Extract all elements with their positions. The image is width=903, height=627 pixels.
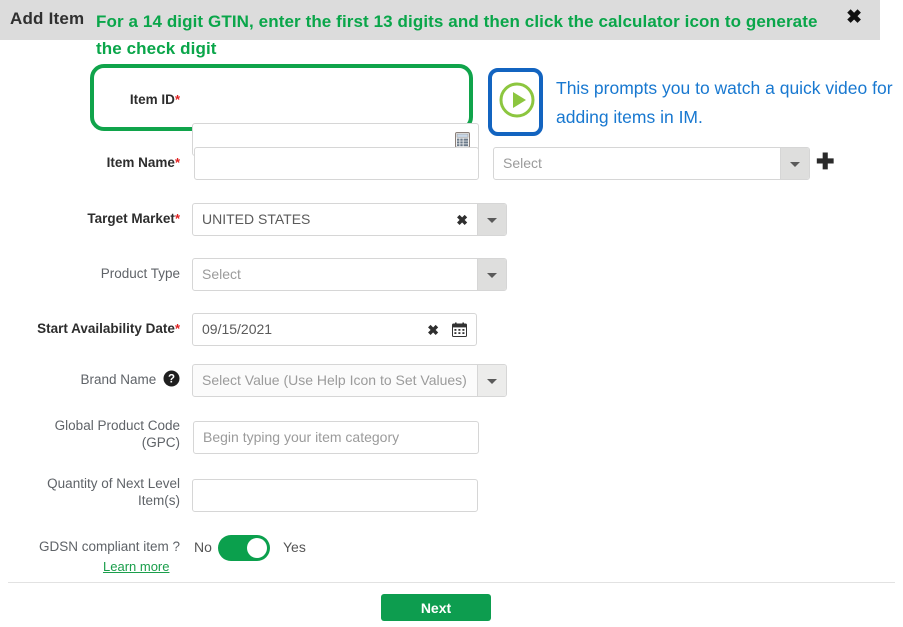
calendar-icon[interactable]: [452, 322, 467, 337]
toggle-on-label: Yes: [283, 539, 306, 555]
required-marker: *: [174, 211, 180, 226]
close-icon[interactable]: ✖: [846, 8, 862, 28]
plus-icon[interactable]: ✚: [816, 151, 834, 173]
label-item-id-text: Item ID: [129, 92, 175, 107]
label-quantity-line2: Item(s): [138, 493, 180, 508]
input-quantity-next-level[interactable]: [192, 479, 478, 512]
label-gpc: Global Product Code (GPC): [0, 417, 180, 451]
chevron-down-icon[interactable]: [477, 204, 506, 235]
row-item-name: Item Name* Select ✚: [0, 146, 903, 186]
label-item-name: Item Name*: [0, 154, 180, 171]
svg-text:?: ?: [168, 374, 175, 386]
next-button[interactable]: Next: [381, 594, 491, 621]
footer-divider: [8, 582, 895, 583]
target-market-value: UNITED STATES: [202, 211, 311, 227]
input-start-availability-date[interactable]: 09/15/2021 ✖: [192, 313, 477, 346]
item-name-type-placeholder: Select: [503, 155, 542, 171]
required-marker: *: [174, 155, 180, 170]
select-product-type[interactable]: Select: [192, 258, 507, 291]
input-gpc[interactable]: Begin typing your item category: [193, 421, 479, 454]
row-start-availability-date: Start Availability Date* 09/15/2021 ✖: [0, 312, 903, 352]
select-target-market[interactable]: UNITED STATES ✖: [192, 203, 507, 236]
label-brand-name-text: Brand Name: [80, 372, 157, 387]
learn-more-link[interactable]: Learn more: [103, 559, 169, 574]
label-target-market-text: Target Market: [87, 211, 175, 226]
row-gdsn-compliant: GDSN compliant item ? No Yes Learn more: [0, 532, 903, 574]
label-gpc-line1: Global Product Code: [54, 418, 180, 433]
toggle-off-label: No: [194, 539, 212, 555]
page-title: Add Item: [10, 9, 85, 28]
annotation-gtin-note: For a 14 digit GTIN, enter the first 13 …: [96, 12, 818, 58]
input-item-name[interactable]: [194, 147, 479, 180]
chevron-down-icon[interactable]: [477, 365, 506, 396]
label-quantity-next-level: Quantity of Next Level Item(s): [0, 475, 180, 509]
label-gpc-line2: (GPC): [141, 435, 180, 450]
toggle-knob: [247, 538, 267, 558]
row-quantity-next-level: Quantity of Next Level Item(s): [0, 473, 903, 513]
label-start-availability-date: Start Availability Date*: [0, 320, 180, 337]
label-target-market: Target Market*: [0, 210, 180, 227]
start-availability-date-value: 09/15/2021: [202, 321, 273, 337]
help-icon[interactable]: ?: [163, 370, 180, 391]
label-quantity-line1: Quantity of Next Level: [47, 476, 180, 491]
row-gpc: Global Product Code (GPC) Begin typing y…: [0, 415, 903, 455]
required-marker: *: [174, 92, 180, 107]
label-product-type: Product Type: [100, 266, 180, 281]
chevron-down-icon[interactable]: [477, 259, 506, 290]
label-gdsn-compliant: GDSN compliant item ?: [38, 539, 180, 554]
product-type-placeholder: Select: [202, 266, 241, 282]
brand-name-placeholder: Select Value (Use Help Icon to Set Value…: [202, 372, 467, 388]
row-brand-name: Brand Name ? Select Value (Use Help Icon…: [0, 358, 903, 398]
label-item-id: Item ID*: [0, 91, 180, 108]
row-target-market: Target Market* UNITED STATES ✖: [0, 202, 903, 242]
gpc-placeholder: Begin typing your item category: [203, 429, 400, 445]
row-product-type: Product Type Select: [0, 257, 903, 297]
clear-icon[interactable]: ✖: [456, 212, 468, 229]
label-start-availability-date-text: Start Availability Date: [37, 321, 175, 336]
chevron-down-icon[interactable]: [780, 148, 809, 179]
gdsn-toggle[interactable]: [218, 535, 270, 561]
select-brand-name[interactable]: Select Value (Use Help Icon to Set Value…: [192, 364, 507, 397]
clear-icon[interactable]: ✖: [427, 322, 439, 339]
select-item-name-type[interactable]: Select: [493, 147, 810, 180]
label-brand-name: Brand Name ?: [0, 370, 180, 391]
required-marker: *: [174, 321, 180, 336]
label-item-name-text: Item Name: [106, 155, 175, 170]
row-item-id: Item ID*: [0, 83, 903, 156]
